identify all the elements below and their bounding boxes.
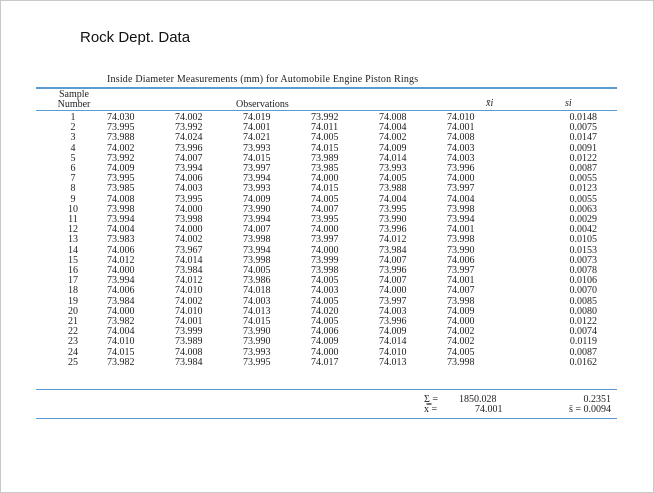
column-header-sample-line2: Number [57,99,91,110]
column-header-sample-mean: x̄i [486,98,494,109]
column-header-observations: Observations [236,99,289,110]
cell-observation-1: 73.982 [107,356,135,368]
column-header-sample-sd: si [565,98,572,109]
column-header-sample-number: Sample Number [51,90,97,110]
cell-sample-mean: 73.998 [447,356,475,368]
document-page: Rock Dept. Data Inside Diameter Measurem… [0,0,654,493]
document-title: Rock Dept. Data [80,29,191,46]
cell-observation-2: 73.984 [175,356,203,368]
table-caption: Inside Diameter Measurements (mm) for Au… [107,74,419,85]
grand-mean-value: 74.001 [475,404,503,415]
header-bottom-rule [36,110,617,111]
measurements-table: 1 74.030 74.002 74.019 73.992 74.008 74.010 0.0… [39,112,598,368]
table-body-bottom-rule [36,389,617,390]
cell-observation-3: 73.995 [243,356,271,368]
cell-observation-5: 74.013 [379,356,407,368]
table-summary-rule [36,418,617,419]
mean-s-value: s̄ = 0.0094 [568,404,611,415]
grand-mean-symbol: x̿ = [424,404,438,415]
table-row: 25 73.982 73.984 73.995 74.017 74.013 73.998 0.… [39,356,598,368]
cell-observation-4: 74.017 [311,356,339,368]
cell-sample-sd: 0.0162 [569,356,598,368]
table-top-rule [36,87,617,89]
cell-sample-number: 25 [68,356,78,368]
